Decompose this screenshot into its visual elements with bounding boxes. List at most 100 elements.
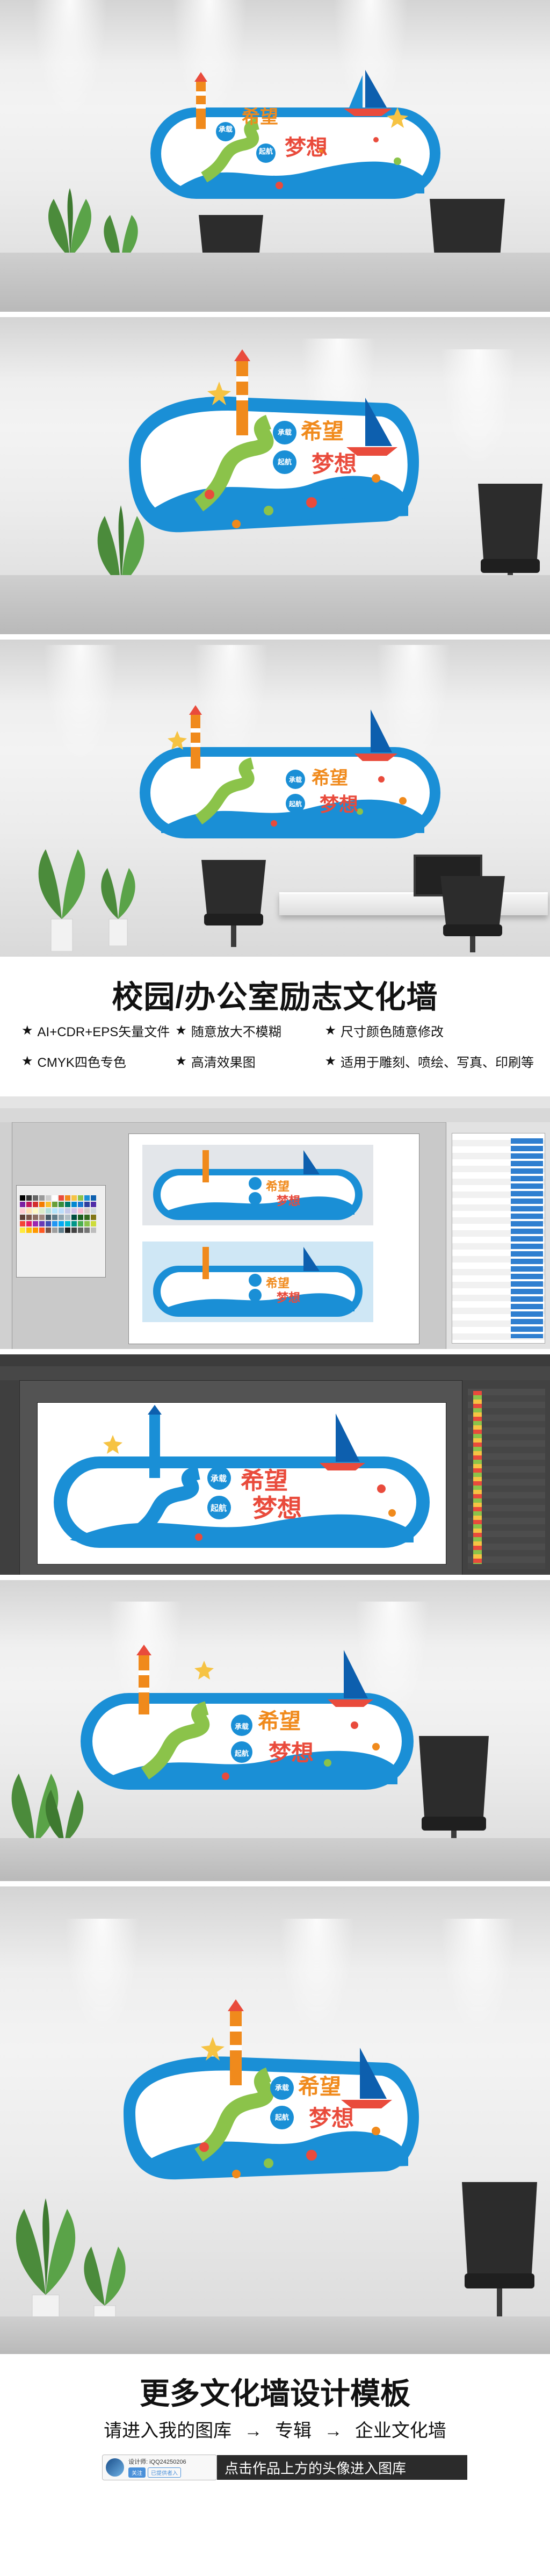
footer-title: 更多文化墙设计模板 [140,2377,410,2410]
footer: 更多文化墙设计模板 请进入我的图库 → 专辑 → 企业文化墙 设计师: iQQ2… [0,2357,550,2576]
mural-3-text-a: 承载 [288,776,302,784]
mural-5-text-b: 希望 [298,2075,341,2099]
star-icon: ★ [324,1054,336,1068]
mural-4: 承载 希望 起航 梦想 [75,1639,419,1800]
mural-artwork-4 [81,1645,414,1790]
ai-artboard-art: 承载 起航 希望 梦想 [54,1405,430,1548]
office-chair-4 [201,860,266,947]
ai-layers-panel[interactable] [462,1380,550,1575]
toolbox[interactable] [0,1122,12,1349]
mural-1: 承载 希望 起航 梦想 [145,70,446,210]
title-bold: 励志文化墙 [279,980,438,1015]
feature-item: ★ 随意放大不模糊 [175,1021,319,1040]
avatar[interactable] [106,2458,124,2477]
svg-text:起航: 起航 [210,1503,227,1513]
feature-item: ★ 适用于雕刻、喷绘、写真、印刷等 [324,1052,534,1071]
menu-bar[interactable] [0,1096,550,1109]
feature-label: 尺寸颜色随意修改 [341,1025,444,1039]
designer-label: 设计师: iQQ24250206 [128,2459,186,2465]
mural-4-text-c: 起航 [234,1749,249,1757]
ai-menu-bar[interactable] [0,1354,550,1367]
mural-3-text-d: 梦想 [320,794,359,816]
feature-label: AI+CDR+EPS矢量文件 [37,1025,170,1039]
ai-toolbox[interactable] [0,1380,20,1575]
mural-4-text-a: 承载 [234,1723,249,1731]
svg-text:希望: 希望 [266,1276,290,1290]
object-manager-panel[interactable] [446,1122,550,1349]
mural-5-text-d: 梦想 [309,2105,354,2132]
avatar-hint: 点击作品上方的头像进入图库 [217,2455,467,2480]
svg-text:梦想: 梦想 [252,1494,302,1523]
page: 承载 希望 起航 梦想 承载 希望 起航 梦想 承载 希望 起航 梦想 校园/办… [0,0,550,2576]
mural-5: 承载 希望 起航 梦想 [107,1994,440,2187]
mural-1-text-c: 起航 [258,147,273,155]
office-scene-1: 承载 希望 起航 梦想 [0,0,550,312]
feature-list: ★ AI+CDR+EPS矢量文件 ★ 随意放大不模糊 ★ 尺寸颜色随意修改 ★ … [21,1021,534,1071]
svg-text:希望: 希望 [266,1180,290,1194]
title-block: 校园/办公室励志文化墙 ★ AI+CDR+EPS矢量文件 ★ 随意放大不模糊 ★… [0,962,550,1091]
preview-mural-large-art: 希望 梦想 [153,1247,363,1317]
mural-1-text-b: 希望 [242,106,278,128]
feature-item: ★ 尺寸颜色随意修改 [324,1021,534,1040]
star-icon: ★ [21,1023,33,1038]
star-icon: ★ [324,1023,336,1038]
mural-2-text-a: 承载 [277,428,292,436]
feature-label: 随意放大不模糊 [191,1025,281,1039]
follow-button[interactable]: 关注 [128,2467,146,2478]
mural-3-text-b: 希望 [312,767,348,789]
mural-1-text-d: 梦想 [285,135,328,160]
toolbar[interactable] [0,1108,550,1123]
office-chair-7 [462,2182,537,2325]
preview-mural-small: 希望 梦想 [142,1145,373,1225]
mural-4-text-d: 梦想 [269,1740,314,1766]
color-palette-window[interactable] [16,1185,106,1278]
coreldraw-screenshot: 希望 梦想 希望 梦想 [0,1096,550,1349]
mural-5-text-c: 起航 [274,2113,289,2121]
feature-label: 高清效果图 [191,1056,256,1070]
office-scene-2: 承载 希望 起航 梦想 [0,317,550,634]
gallery-button[interactable]: 已提供者入 [148,2467,181,2478]
mural-artwork-3 [140,705,440,838]
svg-text:梦想: 梦想 [277,1291,300,1305]
office-chair-5 [440,876,505,952]
svg-text:希望: 希望 [241,1467,288,1495]
designer-card[interactable]: 设计师: iQQ24250206 关注 已提供者入 [102,2455,217,2480]
mural-2-text-d: 梦想 [312,451,357,477]
feature-label: 适用于雕刻、喷绘、写真、印刷等 [341,1056,534,1070]
designer-info: 设计师: iQQ24250206 关注 已提供者入 [128,2457,186,2478]
arrow-right-icon: → [244,2421,263,2441]
feature-label: CMYK四色专色 [37,1056,126,1070]
ai-artboard[interactable]: 承载 起航 希望 梦想 [38,1403,446,1564]
mural-2-text-c: 起航 [277,458,292,466]
mural-5-text-a: 承载 [274,2084,289,2092]
star-icon: ★ [21,1054,33,1068]
title-plain: 校园/办公室 [112,980,280,1015]
page-title: 校园/办公室励志文化墙 [0,972,550,1017]
ai-control-bar[interactable] [0,1366,550,1381]
designer-bar: 设计师: iQQ24250206 关注 已提供者入 点击作品上方的头像进入图库 [102,2453,467,2481]
plant-5 [101,868,135,946]
arrow-right-icon: → [324,2421,343,2441]
office-scene-3: 承载 希望 起航 梦想 [0,640,550,957]
illustrator-screenshot: 承载 起航 希望 梦想 [0,1354,550,1575]
mural-3: 承载 希望 起航 梦想 [134,699,446,849]
path-gallery-link[interactable]: 请进入我的图库 [104,2421,231,2441]
feature-item: ★ AI+CDR+EPS矢量文件 [21,1021,170,1040]
color-swatches[interactable] [20,1195,96,1233]
mural-3-text-c: 起航 [288,800,302,808]
svg-text:梦想: 梦想 [277,1194,300,1208]
mural-2-text-b: 希望 [301,419,344,444]
preview-mural-large: 希望 梦想 [142,1242,373,1322]
office-scene-4: 承载 希望 起航 梦想 [0,1580,550,1881]
feature-item: ★ 高清效果图 [175,1052,319,1071]
mural-1-text-a: 承载 [218,125,233,133]
path-category-link[interactable]: 企业文化墙 [355,2421,446,2441]
path-album-link[interactable]: 专辑 [275,2421,312,2441]
svg-text:承载: 承载 [211,1474,227,1483]
star-icon: ★ [175,1023,187,1038]
mural-4-text-b: 希望 [258,1709,301,1734]
office-scene-5: 承载 希望 起航 梦想 [0,1886,550,2354]
feature-item: ★ CMYK四色专色 [21,1052,170,1071]
preview-mural-small-art: 希望 梦想 [153,1150,363,1220]
gallery-path: 请进入我的图库 → 专辑 → 企业文化墙 [0,2416,550,2442]
